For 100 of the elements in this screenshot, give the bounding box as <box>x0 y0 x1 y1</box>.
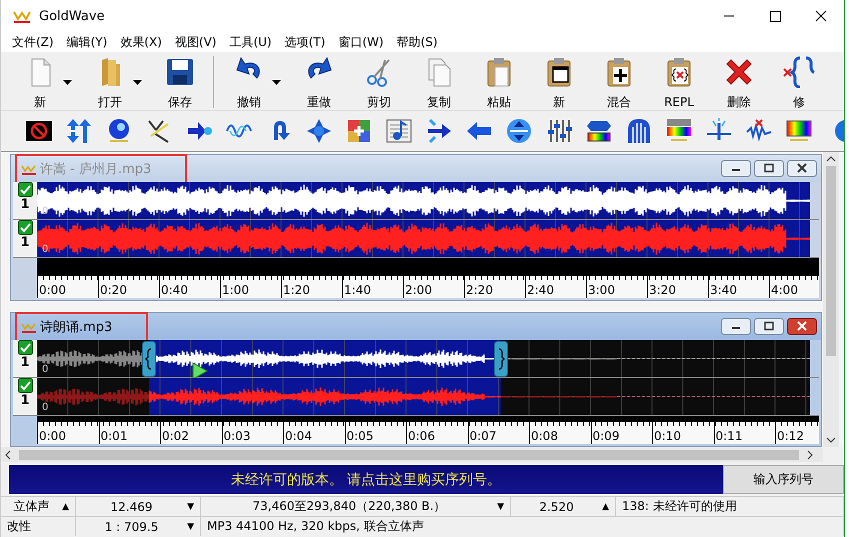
horizontal-scrollbar[interactable] <box>1 447 823 462</box>
status-text: 12.469 <box>110 500 154 514</box>
rainbow-bar-icon[interactable] <box>586 118 612 144</box>
time-label: 1:40 <box>342 276 403 298</box>
status-text: MP3 44100 Hz, 320 kbps, 联合立体声 <box>207 518 425 535</box>
toolbar-button[interactable]: 删除 <box>710 54 768 110</box>
status-text: 1 : 709.5 <box>104 520 160 534</box>
toolbar-button[interactable]: 复制 <box>410 54 468 110</box>
caret[interactable]: ▼ <box>187 502 194 512</box>
window-title: GoldWave <box>39 8 105 24</box>
caret[interactable]: ▲ <box>62 502 69 512</box>
scroll-thumb[interactable] <box>826 166 836 356</box>
channel-checkbox[interactable] <box>18 340 32 355</box>
selection-end-handle[interactable] <box>494 341 508 377</box>
rainbow-box-icon[interactable] <box>786 118 812 144</box>
menu-item[interactable]: 效果(X) <box>115 34 167 50</box>
status-text: 2.520 <box>538 500 575 514</box>
channel-number: 1 <box>20 355 30 370</box>
axis-label: 0 <box>42 207 48 217</box>
close-icon[interactable] <box>787 160 817 177</box>
spectrum-rainbow-icon[interactable] <box>666 118 692 144</box>
channel-number: 1 <box>20 197 30 212</box>
close-icon[interactable] <box>787 318 817 335</box>
toolbar-button[interactable]: 重做 <box>290 54 348 110</box>
status-text: 138: 未经许可的使用 <box>622 498 738 515</box>
restore-icon[interactable] <box>754 160 784 177</box>
time-label: 0:05 <box>344 422 406 444</box>
toolbar-button[interactable]: 修 <box>770 54 828 110</box>
document-title: 许嵩 - 庐州月.mp3 <box>40 160 152 178</box>
channel-checkbox[interactable] <box>18 182 32 197</box>
time-label: 0:03 <box>222 422 283 444</box>
dropdown-caret-icon[interactable] <box>62 80 72 84</box>
toolbar-button[interactable]: 剪切 <box>350 54 408 110</box>
caret[interactable]: ▲ <box>602 502 609 512</box>
axis-label: 0 <box>42 245 48 255</box>
menu-item[interactable]: 文件(Z) <box>7 34 59 50</box>
time-label: 2:20 <box>464 276 525 298</box>
document-icon <box>21 162 37 174</box>
document-title: 诗朗诵.mp3 <box>40 318 112 336</box>
time-label: 0:12 <box>775 422 819 444</box>
wave-x-icon[interactable] <box>746 118 772 144</box>
axis-label: 0 <box>42 365 48 375</box>
dropdown-caret-icon[interactable] <box>272 80 280 84</box>
diamond-star-icon[interactable] <box>306 118 332 144</box>
time-label: 3:00 <box>586 276 647 298</box>
time-label: 0:40 <box>159 276 220 298</box>
minimize-icon[interactable] <box>721 160 751 177</box>
no-entry-icon[interactable] <box>26 118 52 144</box>
toolbar-button[interactable]: REPL <box>650 54 708 110</box>
time-label: 2:40 <box>525 276 586 298</box>
restore-icon[interactable] <box>754 318 784 335</box>
menu-item[interactable]: 视图(V) <box>170 34 222 50</box>
braces-x-icon <box>783 56 815 88</box>
menu-item[interactable]: 帮助(S) <box>392 34 443 50</box>
status-text: 73,460至293,840（220,380 B.） <box>251 498 447 515</box>
toolbar-button[interactable]: 混合 <box>590 54 648 110</box>
time-label: 4:00 <box>769 276 819 298</box>
toolbar-button[interactable]: 保存 <box>151 54 209 110</box>
time-label: 2:00 <box>403 276 464 298</box>
purchase-link[interactable]: 未经许可的版本。 请点击这里购买序列号。 <box>9 465 723 494</box>
music-note-icon[interactable] <box>386 118 412 144</box>
menu-item[interactable]: 选项(T) <box>280 34 330 50</box>
channel-checkbox[interactable] <box>18 220 32 235</box>
channel-number: 1 <box>20 393 30 408</box>
toolbar-button[interactable]: 新 <box>11 54 69 110</box>
status-text: 立体声 <box>12 498 51 515</box>
play-position-icon <box>192 362 208 380</box>
minimize-icon[interactable] <box>721 318 751 335</box>
toolbar-button[interactable]: 打开 <box>81 54 139 110</box>
caret[interactable]: ▼ <box>187 522 194 532</box>
sphere-icon[interactable] <box>106 118 132 144</box>
arch-gate-icon[interactable] <box>626 118 652 144</box>
document-icon <box>21 320 37 332</box>
caret[interactable]: ▼ <box>497 502 504 512</box>
menu-item[interactable]: 窗口(W) <box>333 34 389 50</box>
dropdown-caret-icon[interactable] <box>132 80 142 84</box>
time-label: 0:08 <box>529 422 590 444</box>
time-label: 0:06 <box>406 422 468 444</box>
time-label: 0:09 <box>590 422 652 444</box>
time-label: 0:07 <box>468 422 529 444</box>
color-blocks-icon[interactable] <box>346 118 372 144</box>
up-down-arrows-icon[interactable] <box>66 118 92 144</box>
split-arrows-icon[interactable] <box>426 118 452 144</box>
channel-checkbox[interactable] <box>18 378 32 393</box>
time-label: 1:00 <box>220 276 281 298</box>
axis-label: 0 <box>42 403 48 413</box>
enter-serial-button[interactable]: 输入序列号 <box>723 465 844 494</box>
equalizer-sliders-icon[interactable] <box>546 118 572 144</box>
vertical-scrollbar[interactable] <box>823 152 839 447</box>
selection-start-handle[interactable] <box>142 341 156 377</box>
circle-up-down-icon[interactable] <box>506 118 532 144</box>
app-logo-icon <box>13 9 31 23</box>
menu-item[interactable]: 工具(U) <box>224 34 277 50</box>
time-label: 3:40 <box>708 276 769 298</box>
scroll-thumb[interactable] <box>19 450 799 460</box>
toolbar-button[interactable]: 新 <box>530 54 588 110</box>
menu-item[interactable]: 编辑(Y) <box>62 34 112 50</box>
toolbar-button[interactable]: 粘贴 <box>470 54 528 110</box>
toolbar-button[interactable]: 撤销 <box>220 54 278 110</box>
time-label: 1:20 <box>281 276 342 298</box>
